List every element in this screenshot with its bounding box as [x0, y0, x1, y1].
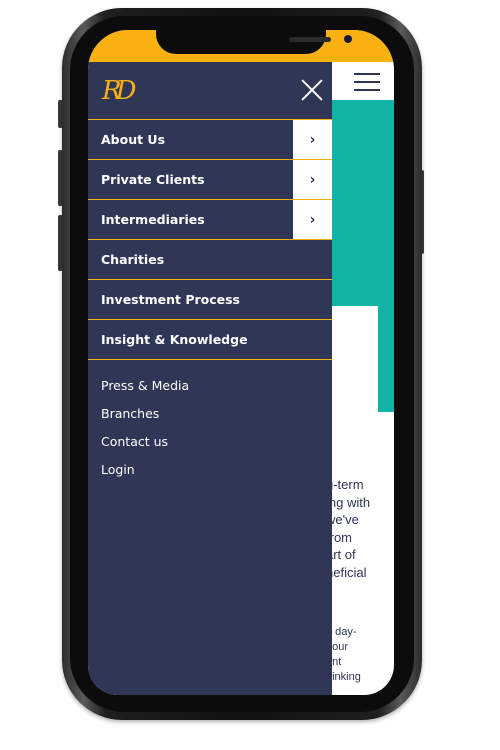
nav-link-contact-us[interactable]: Contact us	[101, 434, 189, 462]
nav-item-private-clients[interactable]: Private Clients ›	[88, 159, 332, 199]
speaker-grille	[289, 37, 331, 42]
hamburger-line	[354, 73, 380, 75]
close-icon[interactable]	[300, 78, 324, 102]
nav-item-about-us[interactable]: About Us ›	[88, 119, 332, 159]
nav-item-investment-process[interactable]: Investment Process	[88, 279, 332, 319]
nav-item-charities[interactable]: Charities	[88, 239, 332, 279]
intro-text-line: art of	[326, 547, 356, 562]
submenu-toggle-button[interactable]: ›	[293, 159, 332, 199]
nav-item-label: Intermediaries	[101, 212, 205, 227]
phone-notch	[156, 30, 352, 54]
nav-item-label: Charities	[101, 252, 165, 267]
nav-item-label: Insight & Knowledge	[101, 332, 248, 347]
front-camera	[344, 35, 352, 43]
hamburger-line	[354, 81, 380, 83]
intro-text: g-term ing with we've from art of nefici…	[326, 476, 394, 581]
phone-screen: g-term ing with we've from art of nefici…	[88, 30, 394, 695]
nav-item-label: About Us	[101, 132, 166, 147]
submenu-toggle-button[interactable]: ›	[293, 119, 332, 159]
nav-item-label: Private Clients	[101, 172, 205, 187]
site-logo[interactable]: RD	[102, 76, 137, 106]
submenu-toggle-button[interactable]: ›	[293, 199, 332, 239]
primary-nav: About Us › Private Clients › Intermediar…	[88, 119, 332, 360]
hero-card	[332, 306, 378, 416]
nav-link-branches[interactable]: Branches	[101, 406, 189, 434]
chevron-right-icon: ›	[309, 131, 316, 148]
nav-item-intermediaries[interactable]: Intermediaries ›	[88, 199, 332, 239]
nav-link-login[interactable]: Login	[101, 462, 189, 490]
intro-text-line: we've	[326, 512, 359, 527]
intro-text-line: ing with	[326, 494, 371, 510]
nav-item-label: Investment Process	[101, 292, 241, 307]
nav-item-insight-knowledge[interactable]: Insight & Knowledge	[88, 319, 332, 360]
nav-link-press-media[interactable]: Press & Media	[101, 378, 189, 406]
intro-text-line: neficial	[326, 564, 367, 580]
intro-text-line: from	[326, 529, 352, 545]
hamburger-menu-icon[interactable]	[354, 73, 380, 91]
hamburger-line	[354, 89, 380, 91]
intro-text-line: g-term	[326, 477, 364, 492]
chevron-right-icon: ›	[309, 211, 316, 228]
side-navigation-menu: RD About Us › Private Clients › Intermed…	[88, 62, 332, 695]
chevron-right-icon: ›	[309, 171, 316, 188]
secondary-nav: Press & Media Branches Contact us Login	[101, 378, 189, 490]
